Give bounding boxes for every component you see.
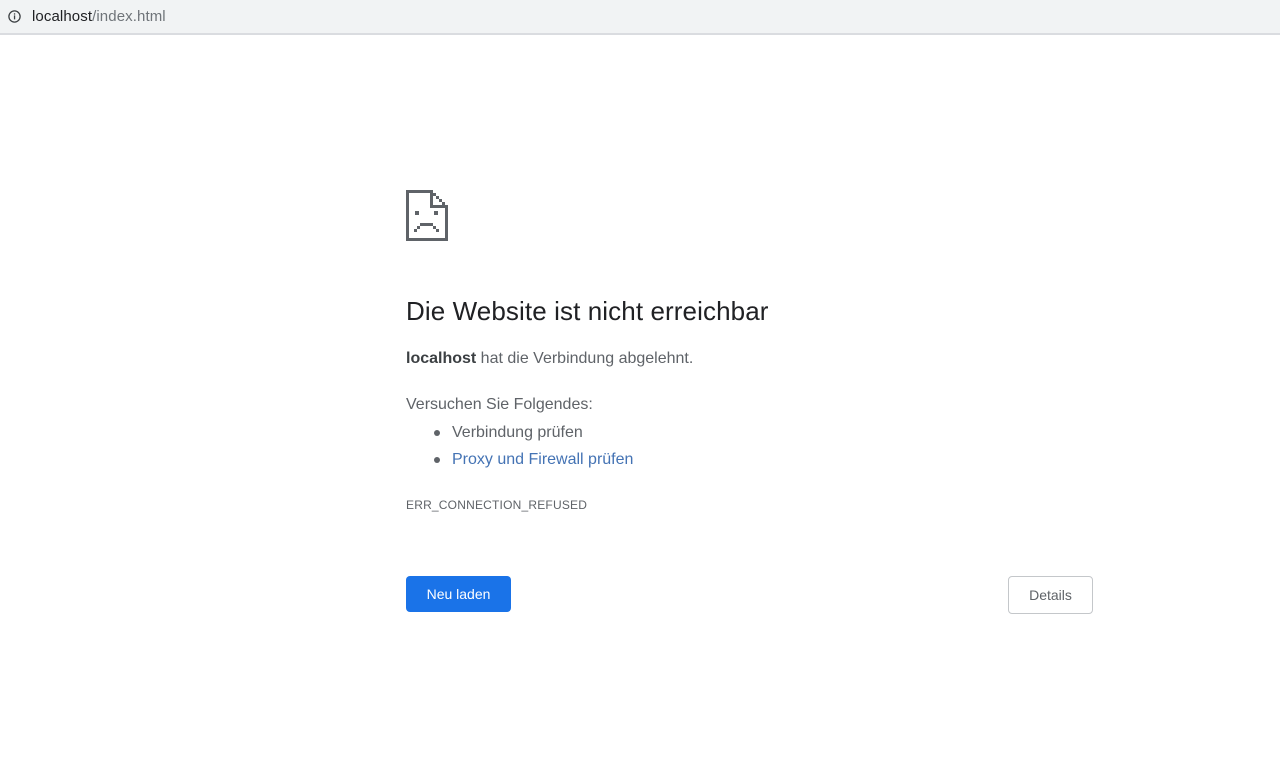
- suggestions-heading: Versuchen Sie Folgendes:: [406, 396, 593, 413]
- error-message-text: hat die Verbindung abgelehnt.: [476, 350, 694, 367]
- error-message: localhost hat die Verbindung abgelehnt.: [406, 350, 693, 368]
- suggestions-list: Verbindung prüfen Proxy und Firewall prü…: [406, 422, 633, 476]
- error-host: localhost: [406, 350, 477, 367]
- details-button[interactable]: Details: [1008, 576, 1093, 614]
- suggestion-check-connection: Verbindung prüfen: [406, 422, 633, 449]
- reload-button[interactable]: Neu laden: [406, 576, 511, 612]
- suggestion-check-proxy-firewall-link[interactable]: Proxy und Firewall prüfen: [406, 449, 633, 476]
- sad-page-icon: [406, 190, 448, 241]
- error-code: ERR_CONNECTION_REFUSED: [406, 498, 588, 512]
- error-page: Die Website ist nicht erreichbar localho…: [0, 0, 1280, 774]
- error-title: Die Website ist nicht erreichbar: [406, 296, 769, 326]
